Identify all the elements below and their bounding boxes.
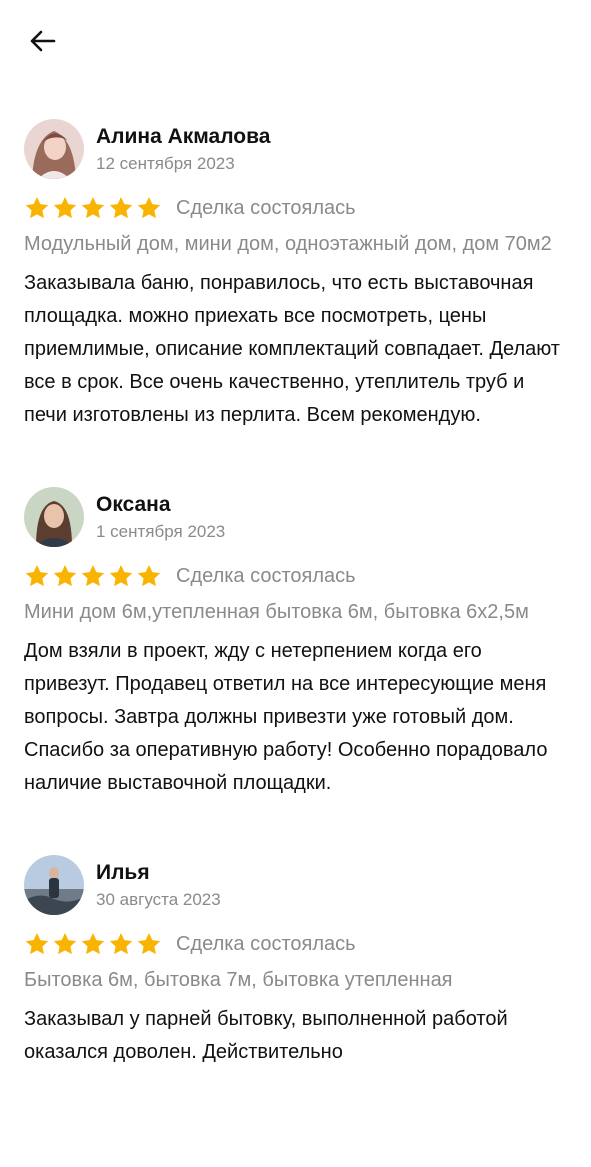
review-text: Заказывал у парней бытовку, выполненной … (24, 1008, 508, 1063)
review-card: Алина Акмалова 12 сентября 2023 Сделка с… (24, 119, 569, 432)
star-icon (81, 932, 105, 955)
review-card: Илья 30 августа 2023 Сделка состоялась Б… (24, 855, 569, 1069)
review-product: Мини дом 6м,утепленная бытовка 6м, бытов… (24, 601, 529, 623)
star-icon (137, 564, 161, 587)
avatar[interactable] (24, 855, 84, 915)
star-rating (24, 931, 162, 957)
deal-status: Сделка состоялась (176, 932, 356, 955)
star-icon (109, 196, 133, 219)
star-icon (53, 932, 77, 955)
review-date: 12 сентября 2023 (96, 154, 235, 173)
review-product: Бытовка 6м, бытовка 7м, бытовка утепленн… (24, 969, 453, 991)
star-icon (53, 196, 77, 219)
reviewer-name: Илья (96, 861, 150, 884)
review-header: Оксана 1 сентября 2023 (24, 487, 569, 549)
star-icon (53, 564, 77, 587)
reviewer-name: Алина Акмалова (96, 125, 271, 148)
review-header: Илья 30 августа 2023 (24, 855, 569, 917)
review-header: Алина Акмалова 12 сентября 2023 (24, 119, 569, 181)
deal-status: Сделка состоялась (176, 564, 356, 587)
star-rating (24, 563, 162, 589)
star-icon (25, 932, 49, 955)
star-icon (25, 564, 49, 587)
review-text: Заказывала баню, понравилось, что есть в… (24, 272, 560, 426)
review-product: Модульный дом, мини дом, одноэтажный дом… (24, 233, 552, 255)
star-icon (109, 564, 133, 587)
star-icon (25, 196, 49, 219)
review-text: Дом взяли в проект, жду с нетерпением ко… (24, 640, 548, 794)
arrow-left-icon (30, 30, 56, 52)
star-icon (137, 196, 161, 219)
star-rating (24, 195, 162, 221)
star-icon (137, 932, 161, 955)
star-icon (81, 196, 105, 219)
star-icon (81, 564, 105, 587)
reviewer-name: Оксана (96, 493, 171, 516)
avatar[interactable] (24, 487, 84, 547)
star-icon (109, 932, 133, 955)
review-date: 30 августа 2023 (96, 890, 221, 909)
rating-row: Сделка состоялась (24, 559, 569, 593)
deal-status: Сделка состоялась (176, 196, 356, 219)
rating-row: Сделка состоялась (24, 927, 569, 961)
back-button[interactable] (22, 24, 62, 58)
review-date: 1 сентября 2023 (96, 522, 226, 541)
avatar[interactable] (24, 119, 84, 179)
rating-row: Сделка состоялась (24, 191, 569, 225)
review-card: Оксана 1 сентября 2023 Сделка состоялась… (24, 487, 569, 800)
reviews-list: Алина Акмалова 12 сентября 2023 Сделка с… (24, 119, 569, 1124)
